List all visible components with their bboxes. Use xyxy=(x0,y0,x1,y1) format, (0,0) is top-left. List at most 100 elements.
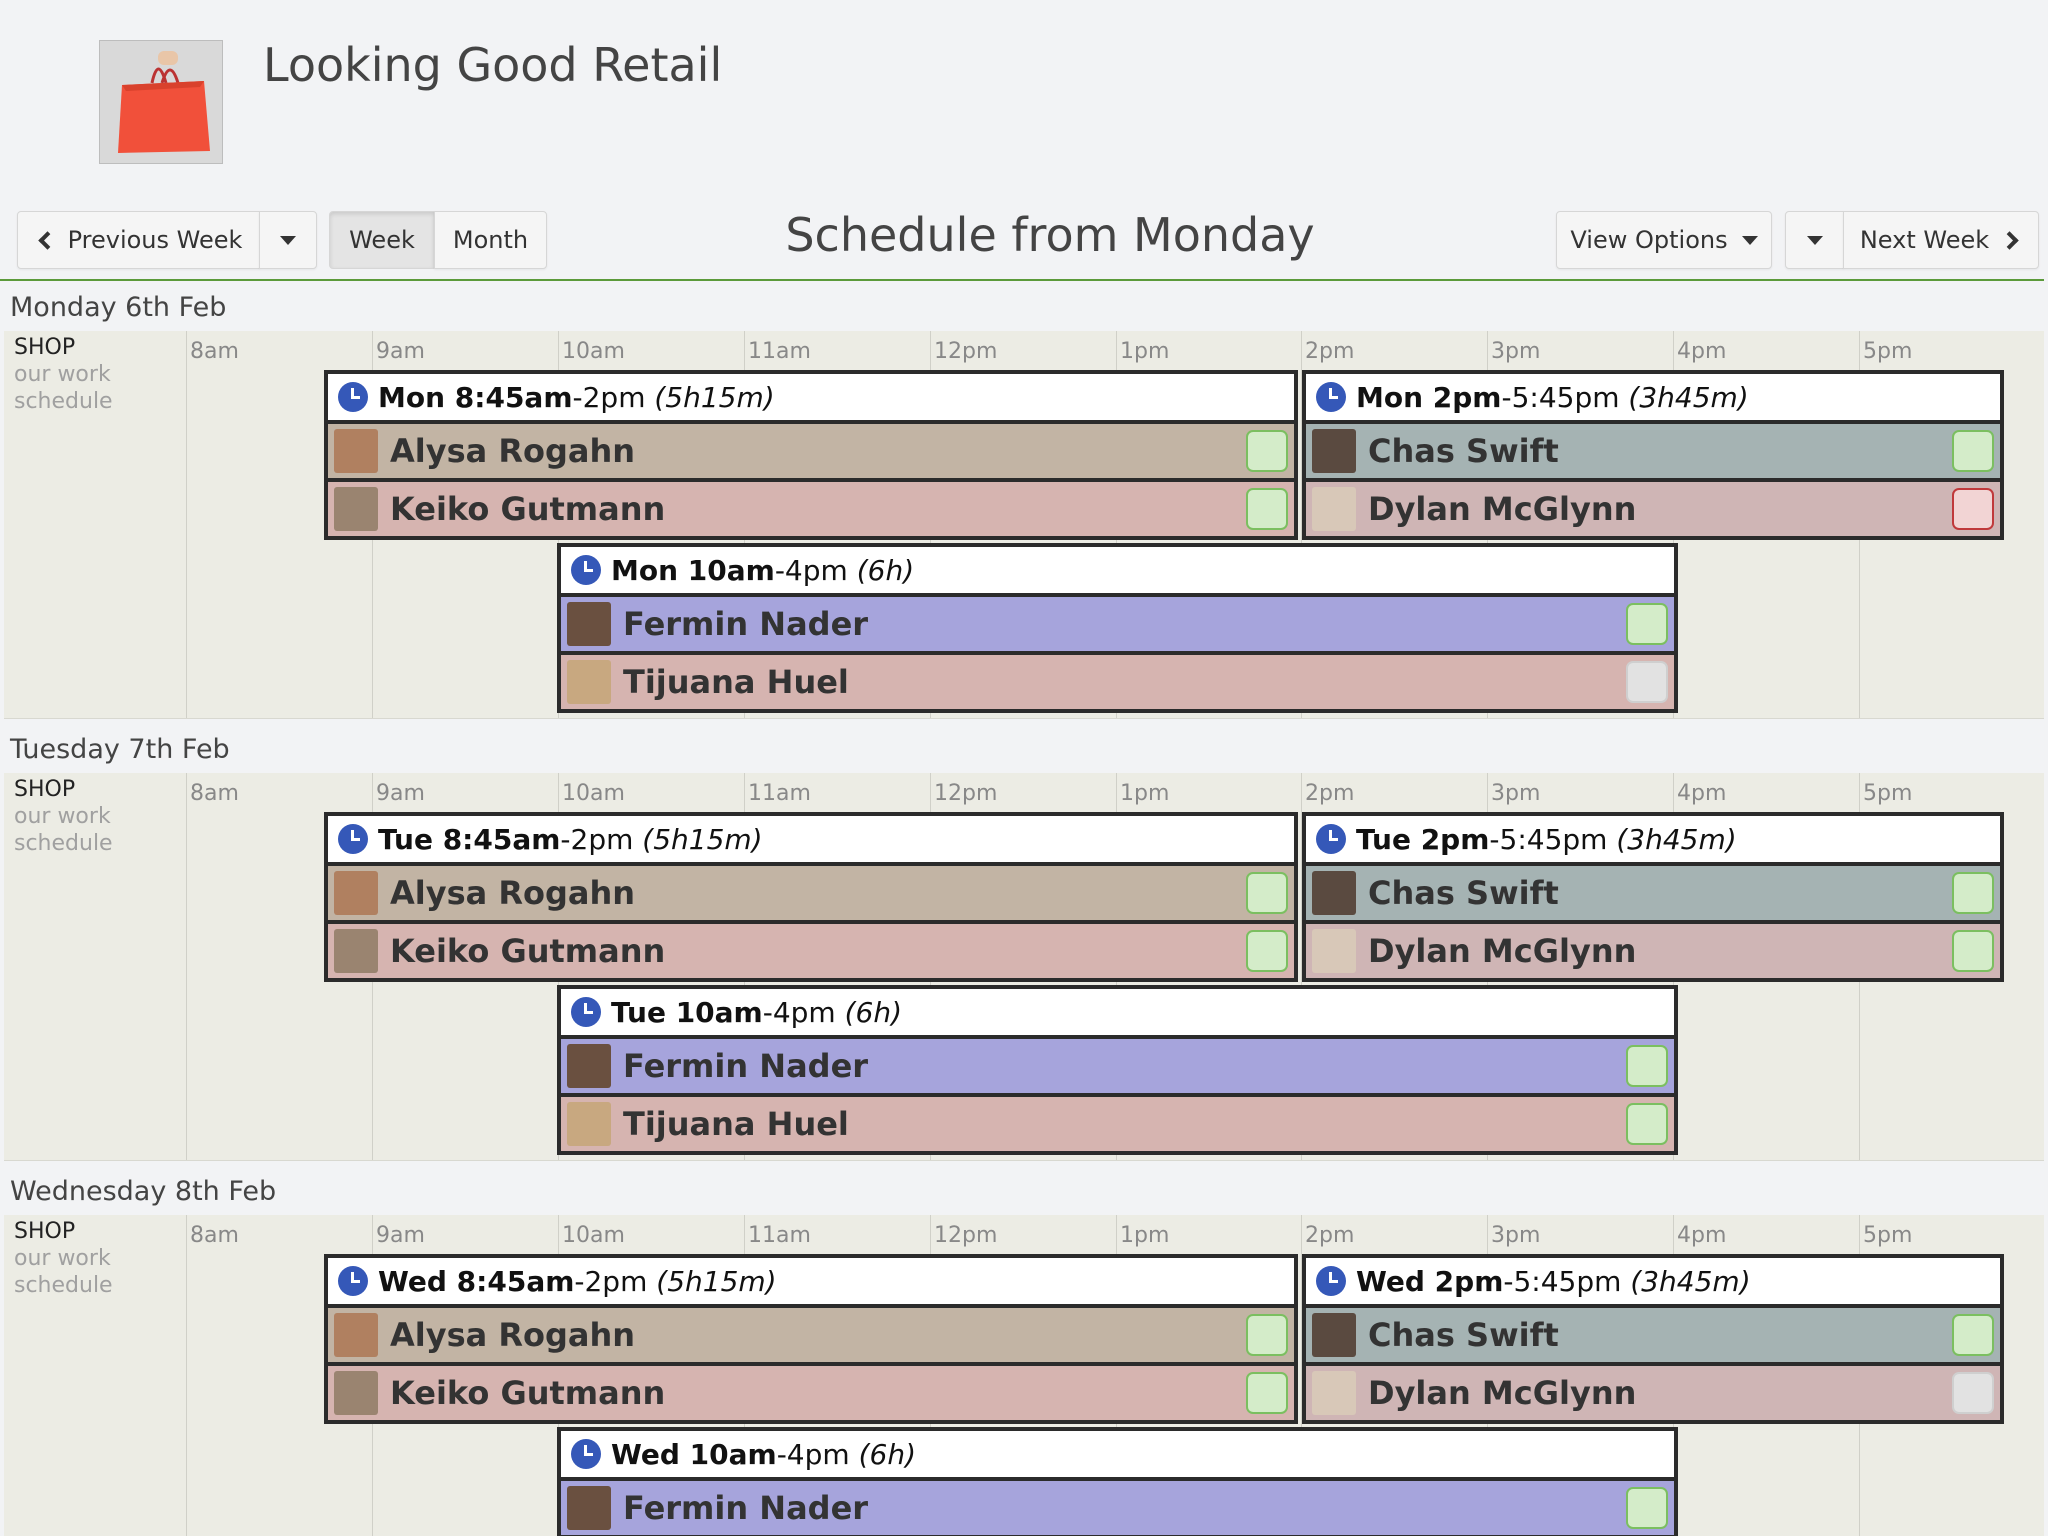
confirm-checkbox[interactable] xyxy=(1952,930,1994,972)
hour-label: 4pm xyxy=(1677,781,1727,806)
shift-duration: (5h15m) xyxy=(642,822,763,856)
confirm-checkbox[interactable] xyxy=(1952,872,1994,914)
avatar xyxy=(1312,1371,1356,1415)
previous-week-button[interactable]: Previous Week xyxy=(17,211,260,269)
employee-row[interactable]: Chas Swift xyxy=(1306,424,2000,478)
caret-down-icon xyxy=(1806,235,1823,245)
shift-header: Tue 8:45am-2pm (5h15m) xyxy=(328,816,1294,862)
next-week-button[interactable]: Next Week xyxy=(1843,211,2039,269)
employee-row[interactable]: Tijuana Huel xyxy=(561,1097,1674,1151)
shift-start: Tue 8:45am xyxy=(378,822,561,856)
avatar xyxy=(1312,487,1356,531)
employee-name: Tijuana Huel xyxy=(623,663,849,701)
day-schedule: SHOP our work schedule 8am 9am 10am 11am… xyxy=(4,1215,2044,1536)
shift-start: Mon 10am xyxy=(611,553,775,587)
shift-card[interactable]: Wed 10am-4pm (6h) Fermin Nader xyxy=(557,1427,1678,1536)
confirm-checkbox[interactable] xyxy=(1246,488,1288,530)
location-name: SHOP xyxy=(14,335,76,360)
employee-row[interactable]: Chas Swift xyxy=(1306,866,2000,920)
employee-row[interactable]: Keiko Gutmann xyxy=(328,924,1294,978)
employee-name: Chas Swift xyxy=(1368,874,1559,912)
employee-row[interactable]: Dylan McGlynn xyxy=(1306,924,2000,978)
schedule-title: Schedule from Monday xyxy=(785,208,1315,262)
shift-card[interactable]: Mon 10am-4pm (6h) Fermin Nader Tijuana H… xyxy=(557,543,1678,713)
caret-down-icon xyxy=(280,235,296,245)
employee-row[interactable]: Dylan McGlynn xyxy=(1306,482,2000,536)
confirm-checkbox[interactable] xyxy=(1626,661,1668,703)
employee-row[interactable]: Alysa Rogahn xyxy=(328,424,1294,478)
clock-icon xyxy=(338,1266,368,1296)
shift-header: Wed 2pm-5:45pm (3h45m) xyxy=(1306,1258,2000,1304)
shift-header: Wed 8:45am-2pm (5h15m) xyxy=(328,1258,1294,1304)
confirm-checkbox[interactable] xyxy=(1626,1103,1668,1145)
hour-label: 1pm xyxy=(1120,781,1170,806)
confirm-checkbox[interactable] xyxy=(1246,430,1288,472)
hour-label: 3pm xyxy=(1491,781,1541,806)
view-options-button[interactable]: View Options xyxy=(1556,211,1772,269)
employee-row[interactable]: Tijuana Huel xyxy=(561,655,1674,709)
hour-label: 5pm xyxy=(1863,1223,1913,1248)
day-label: Wednesday 8th Feb xyxy=(10,1176,277,1207)
shift-end: -2pm xyxy=(574,1264,648,1298)
confirm-checkbox[interactable] xyxy=(1626,603,1668,645)
shift-end: -5:45pm xyxy=(1489,822,1608,856)
shift-end: -4pm xyxy=(774,553,848,587)
hour-label: 9am xyxy=(376,781,425,806)
month-view-button[interactable]: Month xyxy=(434,211,547,269)
hour-label: 4pm xyxy=(1677,339,1727,364)
next-week-dropdown[interactable] xyxy=(1785,211,1844,269)
shift-card[interactable]: Tue 8:45am-2pm (5h15m) Alysa Rogahn Keik… xyxy=(324,812,1298,982)
confirm-checkbox[interactable] xyxy=(1626,1487,1668,1529)
shift-card[interactable]: Tue 10am-4pm (6h) Fermin Nader Tijuana H… xyxy=(557,985,1678,1155)
shift-duration: (6h) xyxy=(856,553,915,587)
caret-down-icon xyxy=(1741,235,1758,245)
clock-icon xyxy=(571,997,601,1027)
employee-row[interactable]: Alysa Rogahn xyxy=(328,866,1294,920)
confirm-checkbox[interactable] xyxy=(1246,1314,1288,1356)
confirm-checkbox[interactable] xyxy=(1246,930,1288,972)
avatar xyxy=(334,871,378,915)
employee-row[interactable]: Alysa Rogahn xyxy=(328,1308,1294,1362)
hour-label: 10am xyxy=(562,781,625,806)
employee-row[interactable]: Keiko Gutmann xyxy=(328,1366,1294,1420)
employee-name: Tijuana Huel xyxy=(623,1105,849,1143)
shift-duration: (3h45m) xyxy=(1630,1264,1751,1298)
employee-row[interactable]: Fermin Nader xyxy=(561,1481,1674,1535)
previous-week-dropdown[interactable] xyxy=(259,211,317,269)
clock-icon xyxy=(1316,1266,1346,1296)
confirm-checkbox[interactable] xyxy=(1246,1372,1288,1414)
hour-label: 11am xyxy=(748,781,811,806)
employee-name: Dylan McGlynn xyxy=(1368,1374,1637,1412)
avatar xyxy=(1312,1313,1356,1357)
confirm-checkbox[interactable] xyxy=(1952,430,1994,472)
employee-row[interactable]: Fermin Nader xyxy=(561,1039,1674,1093)
shift-card[interactable]: Tue 2pm-5:45pm (3h45m) Chas Swift Dylan … xyxy=(1302,812,2004,982)
employee-row[interactable]: Chas Swift xyxy=(1306,1308,2000,1362)
shift-card[interactable]: Wed 8:45am-2pm (5h15m) Alysa Rogahn Keik… xyxy=(324,1254,1298,1424)
confirm-checkbox[interactable] xyxy=(1626,1045,1668,1087)
week-view-button[interactable]: Week xyxy=(329,211,435,269)
confirm-checkbox[interactable] xyxy=(1952,1372,1994,1414)
confirm-checkbox[interactable] xyxy=(1952,488,1994,530)
app-title: Looking Good Retail xyxy=(263,38,723,92)
employee-row[interactable]: Fermin Nader xyxy=(561,597,1674,651)
shift-card[interactable]: Wed 2pm-5:45pm (3h45m) Chas Swift Dylan … xyxy=(1302,1254,2004,1424)
shift-duration: (6h) xyxy=(858,1437,916,1471)
shift-card[interactable]: Mon 8:45am-2pm (5h15m) Alysa Rogahn Keik… xyxy=(324,370,1298,540)
employee-row[interactable]: Keiko Gutmann xyxy=(328,482,1294,536)
avatar xyxy=(567,1044,611,1088)
day-schedule: SHOP our work schedule 8am 9am 10am 11am… xyxy=(4,773,2044,1161)
employee-row[interactable]: Dylan McGlynn xyxy=(1306,1366,2000,1420)
avatar xyxy=(334,487,378,531)
employee-name: Fermin Nader xyxy=(623,1489,869,1527)
shift-duration: (5h15m) xyxy=(654,380,775,414)
employee-name: Alysa Rogahn xyxy=(390,432,636,470)
shift-header: Mon 10am-4pm (6h) xyxy=(561,547,1674,593)
confirm-checkbox[interactable] xyxy=(1952,1314,1994,1356)
company-logo xyxy=(99,40,223,164)
employee-name: Keiko Gutmann xyxy=(390,932,666,970)
hour-label: 9am xyxy=(376,1223,425,1248)
shift-card[interactable]: Mon 2pm-5:45pm (3h45m) Chas Swift Dylan … xyxy=(1302,370,2004,540)
employee-name: Dylan McGlynn xyxy=(1368,490,1637,528)
confirm-checkbox[interactable] xyxy=(1246,872,1288,914)
